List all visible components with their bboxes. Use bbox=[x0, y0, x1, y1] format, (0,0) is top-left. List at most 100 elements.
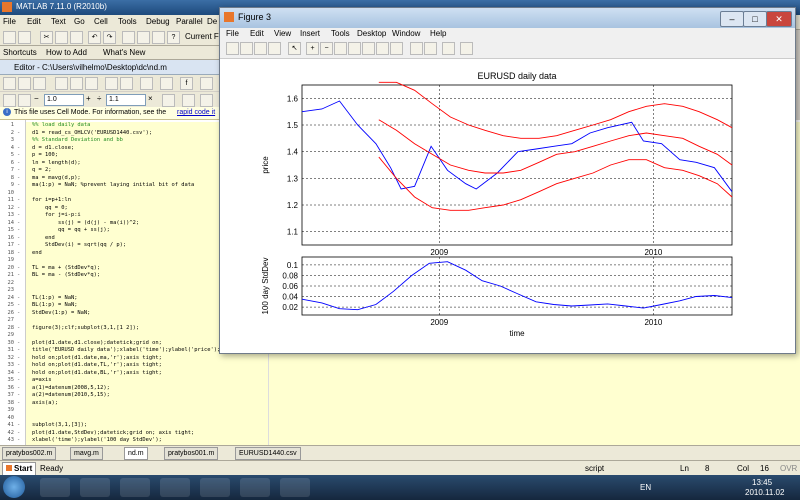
breakpoint-dash[interactable]: - bbox=[17, 167, 23, 173]
code-line[interactable]: axis(a); bbox=[32, 400, 58, 406]
breakpoint-dash[interactable]: - bbox=[17, 242, 23, 248]
editor-find-icon[interactable] bbox=[160, 77, 173, 90]
code-line[interactable]: hold on;plot(d1.date,TL,'r');axis tight; bbox=[32, 362, 162, 368]
show-tools-icon[interactable] bbox=[460, 42, 473, 55]
breakpoint-dash[interactable]: - bbox=[17, 160, 23, 166]
breakpoint-dash[interactable]: - bbox=[17, 310, 23, 316]
code-line[interactable]: %% Standard Deviation and bb bbox=[32, 137, 123, 143]
taskbar-explorer-icon[interactable] bbox=[120, 478, 150, 497]
fig-menu-edit[interactable]: Edit bbox=[250, 29, 264, 38]
fig-new-icon[interactable] bbox=[226, 42, 239, 55]
menu-cell[interactable]: Cell bbox=[94, 17, 108, 26]
code-line[interactable]: StdDev(i) = sqrt(qq / p); bbox=[32, 242, 126, 248]
divide-icon[interactable]: ÷ bbox=[97, 94, 101, 103]
how-to-add-link[interactable]: How to Add bbox=[46, 48, 87, 57]
taskbar-app-icon[interactable] bbox=[160, 478, 190, 497]
breakpoint-dash[interactable]: - bbox=[17, 130, 23, 136]
editor-save-icon[interactable] bbox=[33, 77, 46, 90]
breakpoint-dash[interactable]: - bbox=[17, 175, 23, 181]
code-line[interactable]: StdDev(1:p) = NaN; bbox=[32, 310, 90, 316]
breakpoint-dash[interactable]: - bbox=[17, 370, 23, 376]
taskbar-ie-icon[interactable] bbox=[40, 478, 70, 497]
copy-icon[interactable] bbox=[55, 31, 68, 44]
menu-file[interactable]: File bbox=[3, 17, 16, 26]
menu-desktop[interactable]: De bbox=[207, 17, 217, 26]
breakpoint-dash[interactable]: - bbox=[17, 197, 23, 203]
menu-tools[interactable]: Tools bbox=[118, 17, 137, 26]
breakpoint-dash[interactable]: - bbox=[17, 340, 23, 346]
code-line[interactable]: a(2)=datenum(2010,5,15); bbox=[32, 392, 110, 398]
breakpoint-dash[interactable]: - bbox=[17, 392, 23, 398]
code-line[interactable]: xlabel('time');ylabel('100 day StdDev'); bbox=[32, 437, 162, 443]
code-line[interactable]: title('EURUSD daily data');xlabel('time'… bbox=[32, 347, 220, 353]
editor-paste-icon[interactable] bbox=[85, 77, 98, 90]
breakpoint-dash[interactable]: - bbox=[17, 220, 23, 226]
breakpoint-dash[interactable]: - bbox=[17, 152, 23, 158]
code-line[interactable]: plot(d1.date,d1.close);datetick;grid on; bbox=[32, 340, 162, 346]
code-line[interactable]: ln = length(d); bbox=[32, 160, 81, 166]
paste-icon[interactable] bbox=[70, 31, 83, 44]
simulink-icon[interactable] bbox=[122, 31, 135, 44]
cell-collapse-icon[interactable] bbox=[182, 94, 195, 107]
tab-nd[interactable]: nd.m bbox=[124, 447, 148, 460]
breakpoint-dash[interactable]: - bbox=[17, 227, 23, 233]
fig-save-icon[interactable] bbox=[254, 42, 267, 55]
cell-eval-advance-icon[interactable] bbox=[18, 94, 31, 107]
breakpoint-dash[interactable]: - bbox=[17, 235, 23, 241]
code-line[interactable]: TL = ma + (StdDev*q); bbox=[32, 265, 100, 271]
breakpoint-dash[interactable]: - bbox=[17, 272, 23, 278]
whats-new-link[interactable]: What's New bbox=[103, 48, 145, 57]
open-folder-icon[interactable] bbox=[18, 31, 31, 44]
code-line[interactable]: end bbox=[32, 235, 55, 241]
breakpoint-dash[interactable]: - bbox=[17, 437, 23, 443]
pan-icon[interactable] bbox=[334, 42, 347, 55]
code-line[interactable]: qq = 0; bbox=[32, 205, 68, 211]
fig-menu-help[interactable]: Help bbox=[430, 29, 446, 38]
guide-icon[interactable] bbox=[137, 31, 150, 44]
breakpoint-dash[interactable]: - bbox=[17, 250, 23, 256]
start-button[interactable]: Start bbox=[2, 462, 37, 476]
breakpoint-dash[interactable]: - bbox=[17, 347, 23, 353]
code-line[interactable]: for j=i-p:i bbox=[32, 212, 81, 218]
menu-go[interactable]: Go bbox=[74, 17, 85, 26]
editor-redo-icon[interactable] bbox=[120, 77, 133, 90]
code-line[interactable]: BL(1:p) = NaN; bbox=[32, 302, 77, 308]
menu-parallel[interactable]: Parallel bbox=[176, 17, 203, 26]
code-line[interactable]: hold on;plot(d1.date,BL,'r');axis tight; bbox=[32, 370, 162, 376]
fig-menu-view[interactable]: View bbox=[274, 29, 291, 38]
editor-fx-icon[interactable]: f bbox=[180, 77, 193, 90]
code-line[interactable]: qq = qq + ss(j); bbox=[32, 227, 110, 233]
fig-menu-window[interactable]: Window bbox=[392, 29, 420, 38]
close-button[interactable]: ✕ bbox=[766, 11, 792, 27]
profiler-icon[interactable] bbox=[152, 31, 165, 44]
breakpoint-dash[interactable]: - bbox=[17, 355, 23, 361]
code-line[interactable]: d = d1.close; bbox=[32, 145, 74, 151]
breakpoint-dash[interactable]: - bbox=[17, 182, 23, 188]
code-line[interactable]: p = 100; bbox=[32, 152, 58, 158]
fig-menu-desktop[interactable]: Desktop bbox=[357, 29, 386, 38]
shortcuts-button[interactable]: Shortcuts bbox=[3, 48, 37, 57]
taskbar-figure-icon[interactable] bbox=[280, 478, 310, 497]
zoom-out-icon[interactable]: − bbox=[320, 42, 333, 55]
breakpoint-dash[interactable]: - bbox=[17, 377, 23, 383]
breakpoint-dash[interactable]: - bbox=[17, 295, 23, 301]
code-line[interactable]: plot(d1.date,StdDev);datetick;grid on; a… bbox=[32, 430, 194, 436]
code-line[interactable]: ma = mavg(d,p); bbox=[32, 175, 81, 181]
breakpoint-dash[interactable]: - bbox=[17, 302, 23, 308]
rotate-icon[interactable] bbox=[348, 42, 361, 55]
multiply-icon[interactable]: × bbox=[148, 94, 153, 103]
breakpoint-dash[interactable]: - bbox=[17, 430, 23, 436]
cell-expand-icon[interactable] bbox=[200, 94, 213, 107]
taskbar-lang[interactable]: EN bbox=[640, 483, 651, 492]
redo-icon[interactable]: ↷ bbox=[103, 31, 116, 44]
code-line[interactable]: d1 = read_cs_OHLCV('EURUSD1440.csv'); bbox=[32, 130, 152, 136]
fig-menu-insert[interactable]: Insert bbox=[300, 29, 320, 38]
code-line[interactable]: ma(1:p) = NaN; %prevent laying initial b… bbox=[32, 182, 194, 188]
rapid-code-link[interactable]: rapid code it bbox=[177, 109, 215, 116]
code-line[interactable]: %% load daily data bbox=[32, 122, 90, 128]
code-line[interactable]: for i=p+1:ln bbox=[32, 197, 71, 203]
minimize-button[interactable]: – bbox=[720, 11, 744, 27]
increment-value-field[interactable]: 1.0 bbox=[44, 94, 84, 106]
minus-icon[interactable]: − bbox=[34, 94, 39, 103]
maximize-button[interactable]: □ bbox=[743, 11, 767, 27]
